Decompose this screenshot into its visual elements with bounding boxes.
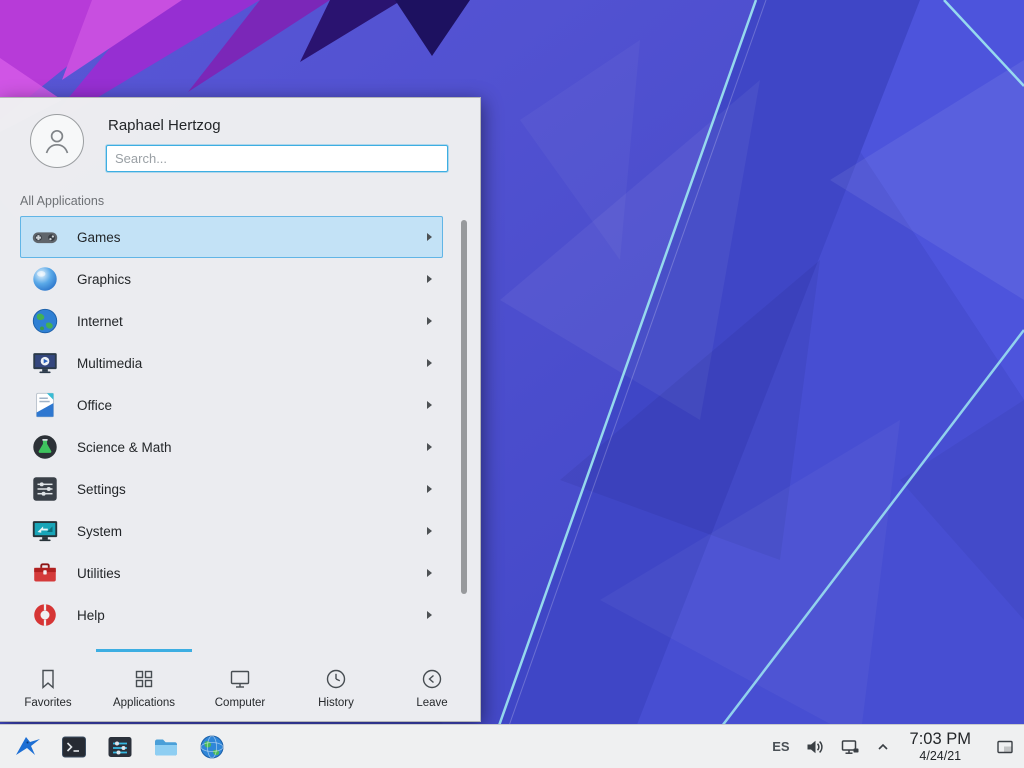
clock-date: 4/24/21 <box>910 749 971 763</box>
show-desktop-icon <box>995 737 1015 757</box>
app-launcher-button[interactable] <box>10 729 46 765</box>
konsole-launcher[interactable] <box>102 729 138 765</box>
tab-computer[interactable]: Computer <box>192 649 288 721</box>
network-icon[interactable] <box>840 737 860 757</box>
category-label: Settings <box>77 482 411 497</box>
file-manager-launcher[interactable] <box>148 729 184 765</box>
keyboard-layout-indicator[interactable]: ES <box>772 739 789 754</box>
category-label: Internet <box>77 314 411 329</box>
submenu-arrow-icon <box>427 275 432 283</box>
kali-logo-icon <box>14 733 42 761</box>
category-label: Multimedia <box>77 356 411 371</box>
category-row-graphics[interactable]: Graphics <box>20 258 443 300</box>
document-icon <box>29 389 61 421</box>
submenu-arrow-icon <box>427 401 432 409</box>
tab-history[interactable]: History <box>288 649 384 721</box>
terminal-icon <box>60 733 88 761</box>
console-settings-icon <box>106 733 134 761</box>
tab-label: History <box>318 697 354 709</box>
grid-icon <box>132 667 156 691</box>
application-launcher-menu: Raphael Hertzog All Applications <box>0 97 481 722</box>
clock-icon <box>324 667 348 691</box>
list-scrollbar[interactable] <box>461 220 467 594</box>
show-desktop-button[interactable] <box>992 729 1018 765</box>
category-label: Games <box>77 230 411 245</box>
category-row-science-math[interactable]: Science & Math <box>20 426 443 468</box>
tab-leave[interactable]: Leave <box>384 649 480 721</box>
toolbox-icon <box>29 557 61 589</box>
category-label: System <box>77 524 411 539</box>
desktop: Raphael Hertzog All Applications <box>0 0 1024 768</box>
tab-label: Computer <box>215 697 266 709</box>
clock-time: 7:03 PM <box>910 730 971 748</box>
application-category-list: Games Graphics <box>0 214 480 649</box>
search-input[interactable] <box>106 145 448 172</box>
system-monitor-icon <box>29 515 61 547</box>
terminal-launcher[interactable] <box>56 729 92 765</box>
media-player-icon <box>29 347 61 379</box>
web-browser-launcher[interactable] <box>194 729 230 765</box>
submenu-arrow-icon <box>427 569 432 577</box>
category-row-office[interactable]: Office <box>20 384 443 426</box>
sliders-icon <box>29 473 61 505</box>
volume-icon[interactable] <box>805 737 825 757</box>
category-row-internet[interactable]: Internet <box>20 300 443 342</box>
gamepad-icon <box>29 221 61 253</box>
tray-expander-icon[interactable] <box>875 739 891 755</box>
user-avatar <box>30 114 84 168</box>
submenu-arrow-icon <box>427 233 432 241</box>
section-label-all-applications: All Applications <box>0 182 480 214</box>
submenu-arrow-icon <box>427 359 432 367</box>
submenu-arrow-icon <box>427 443 432 451</box>
submenu-arrow-icon <box>427 527 432 535</box>
category-label: Help <box>77 608 411 623</box>
submenu-arrow-icon <box>427 611 432 619</box>
category-label: Utilities <box>77 566 411 581</box>
category-row-games[interactable]: Games <box>20 216 443 258</box>
taskbar-panel: ES <box>0 724 1024 768</box>
category-row-multimedia[interactable]: Multimedia <box>20 342 443 384</box>
category-row-system[interactable]: System <box>20 510 443 552</box>
category-label: Office <box>77 398 411 413</box>
browser-globe-icon <box>198 733 226 761</box>
leave-icon <box>420 667 444 691</box>
tab-label: Applications <box>113 697 175 709</box>
tab-favorites[interactable]: Favorites <box>0 649 96 721</box>
monitor-icon <box>228 667 252 691</box>
person-icon <box>40 124 74 158</box>
tab-label: Favorites <box>24 697 71 709</box>
digital-clock[interactable]: 7:03 PM 4/24/21 <box>910 730 971 762</box>
sphere-icon <box>29 263 61 295</box>
category-row-utilities[interactable]: Utilities <box>20 552 443 594</box>
globe-icon <box>29 305 61 337</box>
category-label: Graphics <box>77 272 411 287</box>
launcher-header: Raphael Hertzog <box>0 98 480 182</box>
system-tray: ES <box>772 729 1018 765</box>
submenu-arrow-icon <box>427 317 432 325</box>
tab-applications[interactable]: Applications <box>96 649 192 721</box>
bookmark-icon <box>36 667 60 691</box>
folder-icon <box>152 733 180 761</box>
user-name: Raphael Hertzog <box>108 117 448 134</box>
category-label: Science & Math <box>77 440 411 455</box>
launcher-header-right: Raphael Hertzog <box>106 114 448 172</box>
submenu-arrow-icon <box>427 485 432 493</box>
launcher-tab-bar: Favorites Applications Computer <box>0 649 480 721</box>
flask-icon <box>29 431 61 463</box>
category-row-settings[interactable]: Settings <box>20 468 443 510</box>
taskbar-launchers <box>10 729 230 765</box>
category-row-help[interactable]: Help <box>20 594 443 636</box>
help-icon <box>29 599 61 631</box>
tab-label: Leave <box>416 697 447 709</box>
